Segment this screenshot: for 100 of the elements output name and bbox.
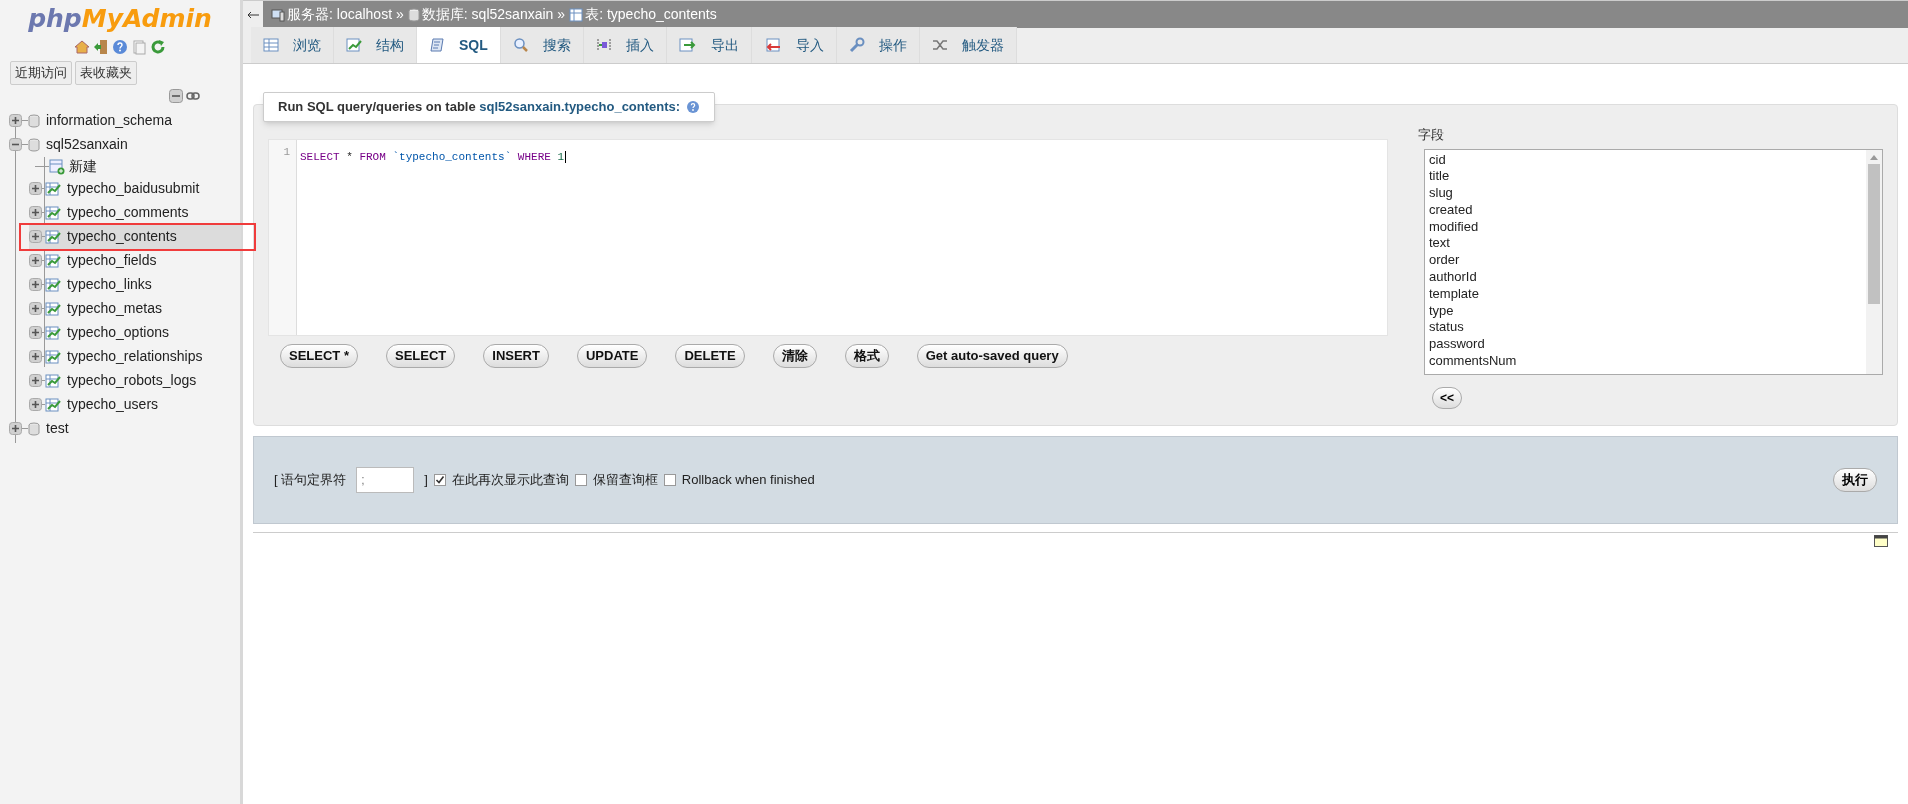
- breadcrumb-link[interactable]: 服务器: localhost: [287, 4, 393, 25]
- table-row[interactable]: typecho_metas: [29, 296, 241, 321]
- table-row[interactable]: typecho_robots_logs: [29, 368, 241, 393]
- checkbox-label[interactable]: 在此再次显示此查询: [451, 469, 569, 490]
- expand-toggle[interactable]: [29, 302, 42, 315]
- checkbox[interactable]: [663, 473, 676, 486]
- tab[interactable]: 导出: [666, 27, 752, 63]
- database-item[interactable]: sql52sanxain: [46, 134, 128, 155]
- table-item[interactable]: typecho_options: [67, 322, 169, 343]
- tab[interactable]: 触发器: [919, 27, 1017, 63]
- table-row[interactable]: typecho_fields: [29, 248, 241, 273]
- field-option[interactable]: created: [1429, 201, 1866, 219]
- reload-icon[interactable]: [150, 39, 166, 55]
- field-option[interactable]: modified: [1429, 218, 1866, 236]
- fields-listbox[interactable]: cid title slug created modified text order authorId template type status password commentsNum: [1424, 148, 1883, 375]
- expand-toggle[interactable]: [29, 374, 42, 387]
- field-option[interactable]: order: [1429, 252, 1866, 270]
- query-template-button[interactable]: SELECT *: [280, 344, 358, 368]
- delimiter-field[interactable]: ;: [356, 466, 415, 493]
- expand-toggle[interactable]: [29, 230, 42, 243]
- tab[interactable]: 结构: [334, 27, 417, 63]
- logo[interactable]: phpMyAdmin: [28, 6, 212, 31]
- table-row[interactable]: typecho_links: [29, 272, 241, 297]
- query-template-button[interactable]: INSERT: [483, 344, 549, 368]
- checkbox-label[interactable]: Rollback when finished: [681, 469, 815, 490]
- insert-field-button[interactable]: <<: [1432, 386, 1462, 409]
- home-icon[interactable]: [74, 39, 90, 55]
- breadcrumb-link[interactable]: 表: typecho_contents: [585, 4, 717, 25]
- quick-access-button[interactable]: 近期访问: [10, 61, 72, 85]
- field-option[interactable]: slug: [1429, 185, 1866, 202]
- execute-button[interactable]: 执行: [1833, 467, 1877, 492]
- left-arrow-icon: [247, 10, 259, 19]
- tab[interactable]: 插入: [583, 27, 667, 63]
- query-template-button[interactable]: UPDATE: [576, 344, 648, 368]
- table-item[interactable]: typecho_users: [67, 394, 159, 415]
- field-option[interactable]: title: [1429, 168, 1866, 186]
- database-item[interactable]: test: [46, 418, 69, 439]
- field-option[interactable]: text: [1429, 235, 1866, 253]
- breadcrumb-link[interactable]: 数据库: sql52sanxain: [421, 4, 554, 25]
- query-template-button[interactable]: Get auto-saved query: [916, 344, 1068, 368]
- help-icon[interactable]: [112, 39, 128, 55]
- new-table-link[interactable]: 新建: [69, 156, 97, 177]
- field-option[interactable]: commentsNum: [1429, 353, 1866, 370]
- table-item[interactable]: typecho_links: [67, 274, 152, 295]
- tab[interactable]: SQL: [417, 27, 501, 63]
- database-item[interactable]: information_schema: [46, 110, 173, 131]
- table-chart-icon: [45, 253, 61, 268]
- expand-toggle[interactable]: [9, 114, 22, 127]
- field-option[interactable]: type: [1429, 302, 1866, 320]
- field-option[interactable]: authorId: [1429, 269, 1866, 286]
- table-item[interactable]: typecho_robots_logs: [67, 370, 197, 391]
- checkbox-label[interactable]: 保留查询框: [592, 469, 658, 490]
- table-item[interactable]: typecho_metas: [67, 298, 162, 319]
- exit-door-icon[interactable]: [93, 39, 109, 55]
- shuffle-icon: [931, 38, 948, 52]
- table-row[interactable]: typecho_comments: [29, 200, 241, 225]
- table-item[interactable]: typecho_baidusubmit: [67, 178, 200, 199]
- scroll-up-icon[interactable]: [1870, 153, 1878, 160]
- table-row[interactable]: typecho_users: [29, 392, 241, 417]
- expand-toggle[interactable]: [9, 422, 22, 435]
- collapse-toggle[interactable]: [9, 138, 22, 151]
- table-row[interactable]: typecho_baidusubmit: [29, 176, 241, 201]
- expand-toggle[interactable]: [29, 326, 42, 339]
- table-item[interactable]: typecho_relationships: [67, 346, 203, 367]
- quick-access-button[interactable]: 表收藏夹: [75, 61, 137, 85]
- tab[interactable]: 浏览: [251, 27, 334, 63]
- checkbox[interactable]: [574, 473, 587, 486]
- tab[interactable]: 搜索: [500, 27, 584, 63]
- query-template-button[interactable]: 格式: [844, 344, 889, 368]
- field-option[interactable]: status: [1429, 319, 1866, 337]
- expand-toggle[interactable]: [29, 182, 42, 195]
- table-row[interactable]: typecho_options: [29, 320, 241, 345]
- expand-toggle[interactable]: [29, 206, 42, 219]
- collapse-button[interactable]: [243, 1, 263, 28]
- field-option[interactable]: password: [1429, 336, 1866, 354]
- table-item[interactable]: typecho_fields: [67, 250, 157, 271]
- checkbox[interactable]: [433, 473, 446, 486]
- query-template-button[interactable]: 清除: [772, 344, 817, 368]
- table-item[interactable]: typecho_contents: [67, 226, 177, 247]
- table-chart-icon: [45, 181, 61, 196]
- sql-editor[interactable]: 1 SELECT * FROM `typecho_contents` WHERE 1: [268, 139, 1388, 336]
- collapse-all-icon[interactable]: [169, 88, 183, 103]
- scroll-icon: [429, 37, 445, 53]
- query-template-button[interactable]: DELETE: [675, 344, 745, 368]
- field-option[interactable]: cid: [1429, 151, 1866, 169]
- tab[interactable]: 导入: [751, 27, 837, 63]
- expand-toggle[interactable]: [29, 254, 42, 267]
- expand-toggle[interactable]: [29, 350, 42, 363]
- table-item[interactable]: typecho_comments: [67, 202, 189, 223]
- scrollbar-thumb[interactable]: [1868, 163, 1880, 304]
- import-icon: [763, 38, 782, 52]
- field-option[interactable]: template: [1429, 285, 1866, 303]
- console-icon[interactable]: [1874, 534, 1888, 547]
- help-icon[interactable]: [686, 100, 701, 114]
- expand-toggle[interactable]: [29, 398, 42, 411]
- tab[interactable]: 操作: [836, 27, 920, 63]
- table-row[interactable]: typecho_contents: [29, 224, 241, 249]
- expand-toggle[interactable]: [29, 278, 42, 291]
- table-row[interactable]: typecho_relationships: [29, 344, 241, 369]
- query-template-button[interactable]: SELECT: [385, 344, 456, 368]
